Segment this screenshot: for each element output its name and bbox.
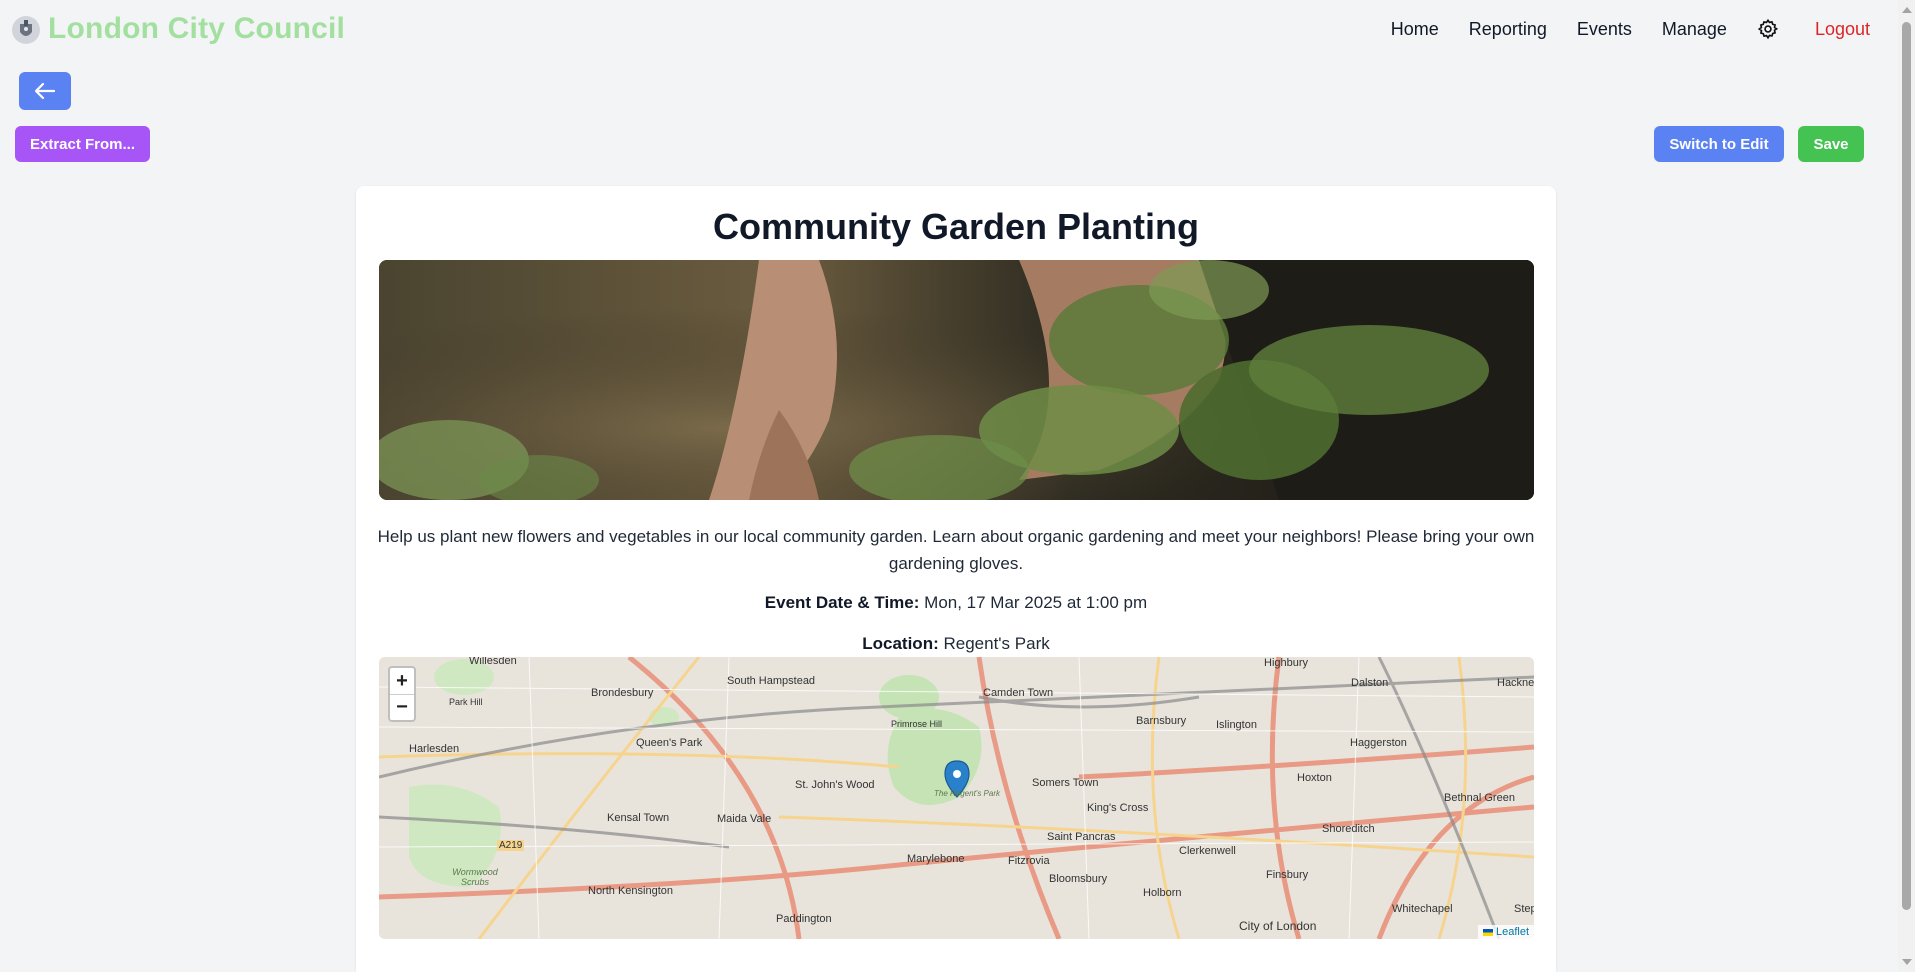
map-tiles[interactable] (379, 657, 1534, 939)
event-title: Community Garden Planting (712, 206, 1200, 247)
map-label: North Kensington (588, 885, 673, 897)
event-card: Community Garden Planting Help us plant … (356, 186, 1556, 972)
nav-logout[interactable]: Logout (1815, 19, 1870, 40)
map-label: Islington (1216, 719, 1257, 731)
zoom-in-button[interactable]: + (390, 668, 414, 694)
map-label: Marylebone (907, 853, 965, 865)
map-label: St. John's Wood (795, 779, 875, 791)
event-location: Location: Regent's Park (356, 634, 1556, 654)
map-label: Shoreditch (1322, 823, 1375, 835)
nav-home[interactable]: Home (1391, 19, 1439, 40)
map-attribution[interactable]: Leaflet (1477, 925, 1534, 939)
nav-reporting[interactable]: Reporting (1469, 19, 1547, 40)
map-label: Fitzrovia (1008, 855, 1050, 867)
nav-events[interactable]: Events (1577, 19, 1632, 40)
map-label: Dalston (1351, 677, 1389, 689)
event-datetime: Event Date & Time: Mon, 17 Mar 2025 at 1… (356, 593, 1556, 613)
event-hero-image (379, 260, 1534, 500)
map-label: Primrose Hill (891, 719, 943, 729)
map-label: Brondesbury (591, 687, 654, 699)
map-label: Wormwood Scrubs (452, 867, 498, 887)
main-nav: Home Reporting Events Manage Logout (1361, 18, 1898, 40)
map-label: Queen's Park (636, 737, 703, 749)
scroll-up-arrow-icon[interactable] (1902, 7, 1912, 13)
map-label: Somers Town (1032, 777, 1099, 789)
header: London City Council Home Reporting Event… (0, 0, 1898, 60)
map-label: Paddington (776, 913, 832, 925)
map-label: Bloomsbury (1049, 873, 1108, 885)
location-label: Location: (862, 634, 939, 653)
back-button[interactable] (19, 72, 71, 110)
map-label: Willesden (469, 657, 517, 667)
zoom-out-button[interactable]: − (390, 694, 414, 720)
map-label: City of London (1239, 919, 1317, 933)
map-label: Harlesden (409, 743, 460, 755)
nav-manage[interactable]: Manage (1662, 19, 1727, 40)
garden-hands-photo (379, 260, 1534, 500)
map-label: A219 (497, 840, 525, 851)
map-label: Holborn (1143, 887, 1182, 899)
map-label: Finsbury (1266, 869, 1309, 881)
page-scrollbar[interactable] (1898, 0, 1915, 972)
map-label: The Regent's Park (934, 789, 1001, 798)
map-label: King's Cross (1087, 802, 1149, 814)
site-title[interactable]: London City Council (48, 12, 345, 46)
scroll-down-arrow-icon[interactable] (1902, 959, 1912, 965)
save-button[interactable]: Save (1798, 126, 1864, 162)
arrow-left-icon (34, 82, 56, 100)
map-label: Maida Vale (717, 813, 772, 825)
gear-icon[interactable] (1757, 18, 1779, 40)
map-label: Saint Pancras (1047, 831, 1116, 843)
scroll-thumb[interactable] (1902, 22, 1911, 910)
map-label: Haggerston (1350, 737, 1407, 749)
leaflet-link[interactable]: Leaflet (1496, 926, 1529, 938)
map-label: Hoxton (1297, 772, 1332, 784)
map-label: Park Hill (449, 697, 483, 707)
map-label: Clerkenwell (1179, 845, 1236, 857)
map-label: Bethnal Green (1444, 792, 1515, 804)
map-label: Camden Town (983, 687, 1054, 699)
location-value: Regent's Park (943, 634, 1050, 653)
map-label: Highbury (1264, 657, 1309, 669)
map-label: Stepney (1514, 903, 1534, 915)
switch-to-edit-button[interactable]: Switch to Edit (1654, 126, 1784, 162)
map-label: South Hampstead (727, 675, 816, 687)
map-label: Kensal Town (607, 812, 670, 824)
map-zoom-control: + − (388, 666, 416, 722)
map-label: Barnsbury (1136, 715, 1187, 727)
event-description: Help us plant new flowers and vegetables… (377, 527, 1535, 573)
map-label: Hackney (1497, 677, 1534, 689)
council-crest-icon[interactable] (10, 14, 42, 46)
location-map[interactable]: Willesden Brondesbury South Hampstead Ca… (379, 657, 1534, 939)
datetime-value: Mon, 17 Mar 2025 at 1:00 pm (924, 593, 1148, 612)
ukraine-flag-icon (1482, 928, 1493, 936)
map-label: Whitechapel (1392, 903, 1453, 915)
datetime-label: Event Date & Time: (764, 593, 920, 612)
extract-from-button[interactable]: Extract From... (15, 126, 150, 162)
